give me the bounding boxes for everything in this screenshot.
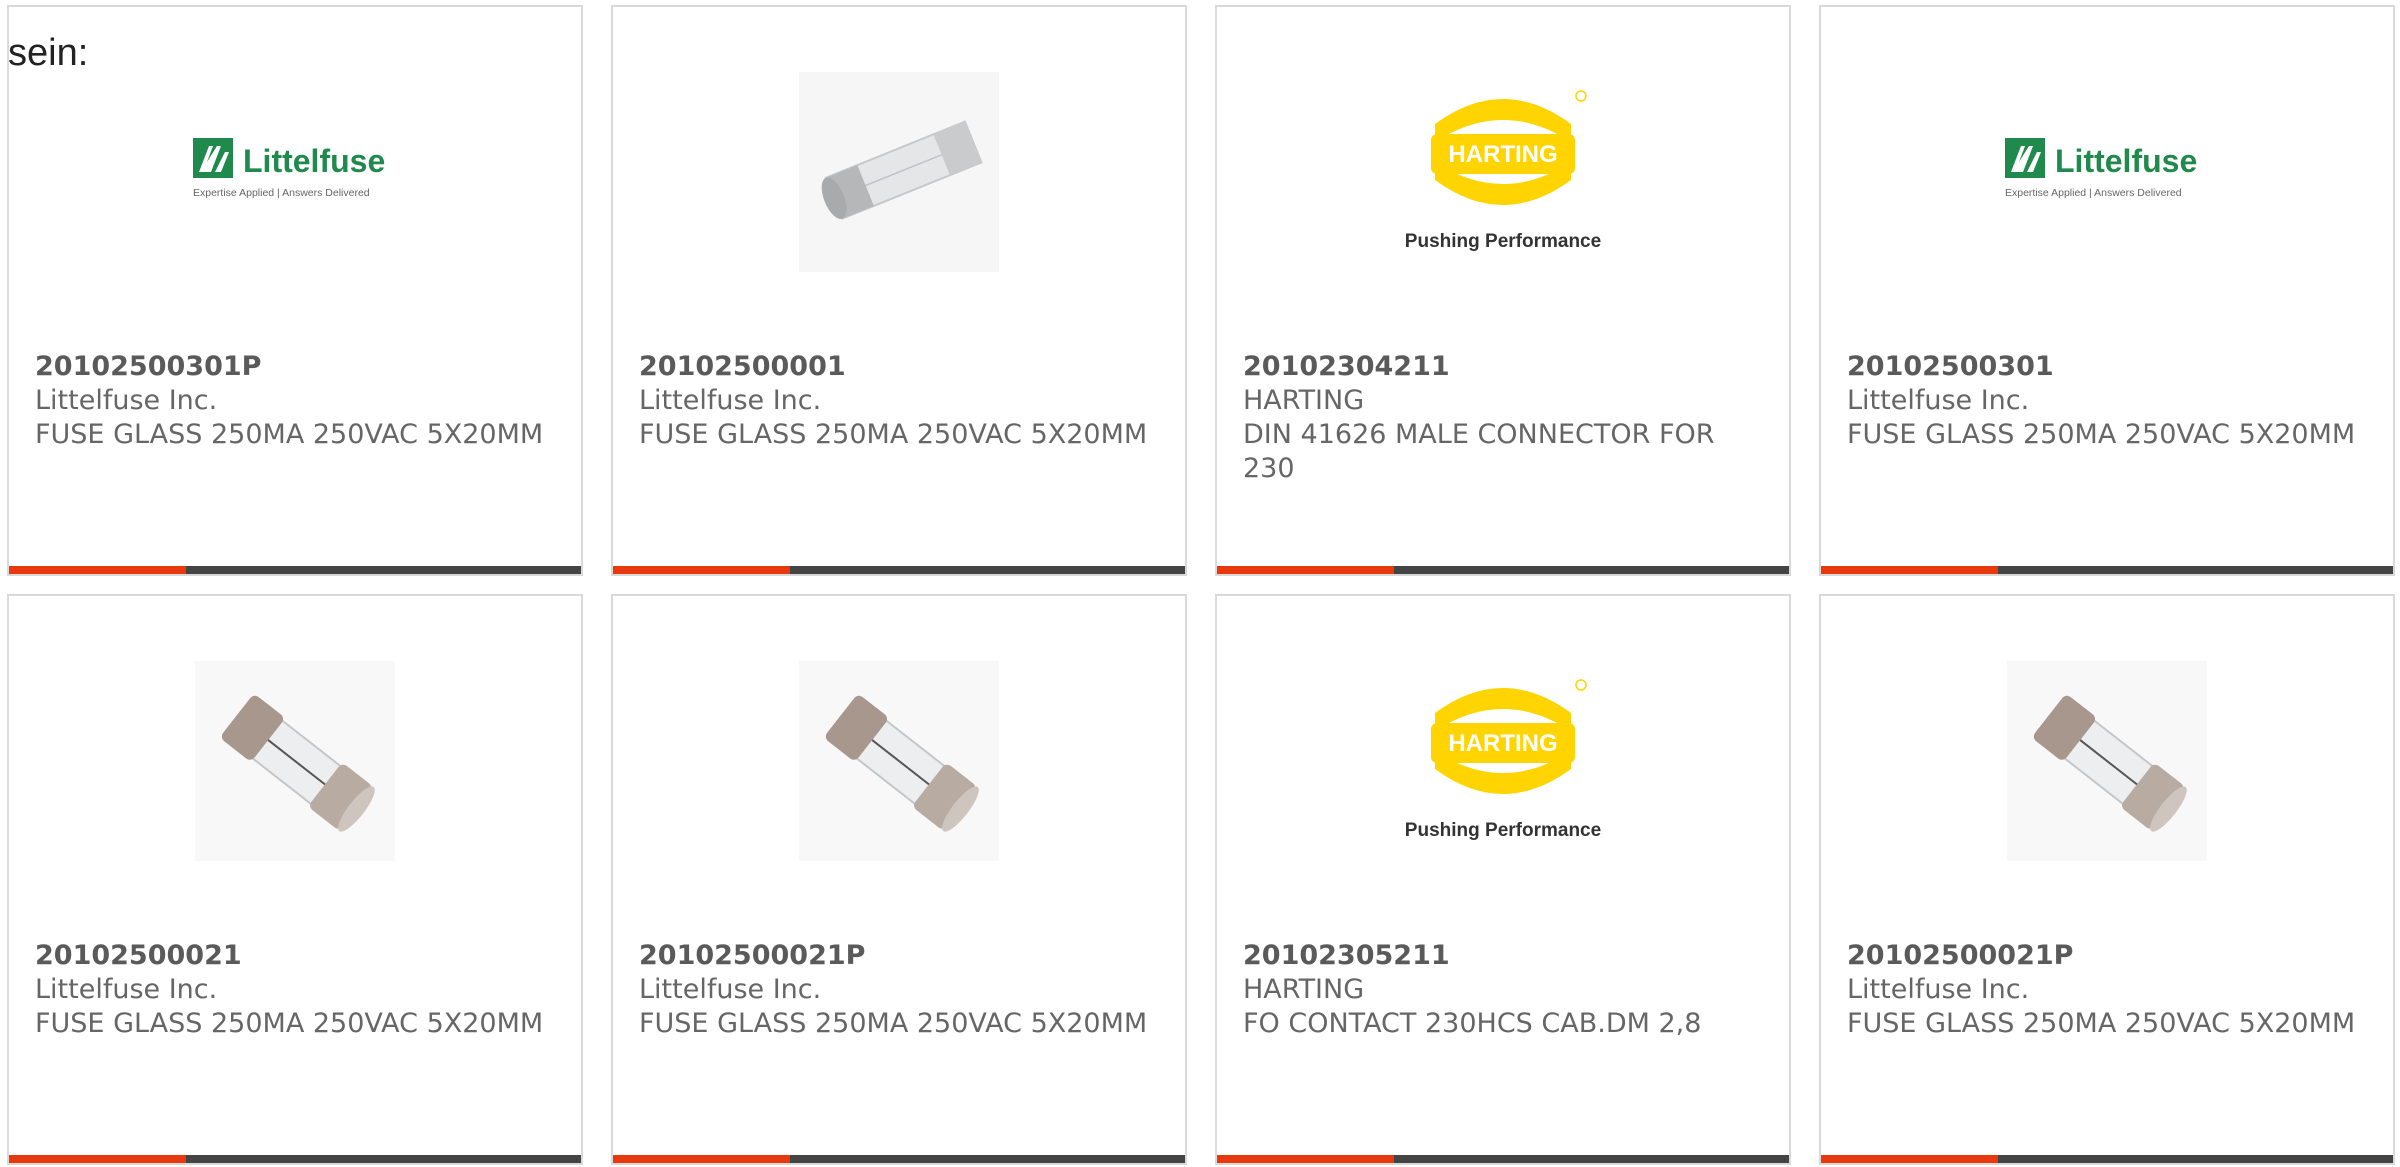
progress-bar-fill xyxy=(613,566,791,574)
product-grid-page: sein: Littelfuse Expertise Applied | Ans… xyxy=(0,0,2400,1167)
product-image[interactable] xyxy=(613,656,1185,866)
svg-text:Littelfuse: Littelfuse xyxy=(243,143,385,179)
product-image[interactable]: HARTING Pushing Performance xyxy=(1217,67,1789,277)
product-info: 20102500021P Littelfuse Inc. FUSE GLASS … xyxy=(639,939,1165,1041)
description: FUSE GLASS 250MA 250VAC 5X20MM xyxy=(35,1008,544,1039)
svg-text:Pushing Performance: Pushing Performance xyxy=(1405,231,1601,252)
description: FUSE GLASS 250MA 250VAC 5X20MM xyxy=(639,1008,1148,1039)
progress-bar xyxy=(613,1155,1185,1163)
product-card[interactable]: 20102500021P Littelfuse Inc. FUSE GLASS … xyxy=(1819,594,2395,1165)
svg-text:Pushing Performance: Pushing Performance xyxy=(1405,820,1601,841)
svg-text:Expertise Applied | Answers De: Expertise Applied | Answers Delivered xyxy=(2005,187,2182,199)
progress-bar-fill xyxy=(1217,1155,1395,1163)
product-info: 20102500021P Littelfuse Inc. FUSE GLASS … xyxy=(1847,939,2373,1041)
description: FUSE GLASS 250MA 250VAC 5X20MM xyxy=(639,419,1148,450)
svg-text:Expertise Applied | Answers De: Expertise Applied | Answers Delivered xyxy=(193,187,370,199)
glass-fuse-icon xyxy=(799,72,999,272)
product-card[interactable]: Littelfuse Expertise Applied | Answers D… xyxy=(1819,5,2395,576)
svg-text:Littelfuse: Littelfuse xyxy=(2055,143,2197,179)
harting-logo-icon: HARTING Pushing Performance xyxy=(1405,679,1601,841)
part-number[interactable]: 20102500021P xyxy=(639,939,1165,973)
manufacturer: HARTING xyxy=(1243,385,1365,416)
progress-bar xyxy=(1821,566,2393,574)
metal-cap-fuse-icon xyxy=(195,661,395,861)
part-number[interactable]: 20102500301P xyxy=(35,350,561,384)
progress-bar-fill xyxy=(1821,1155,1999,1163)
part-number[interactable]: 20102500301 xyxy=(1847,350,2373,384)
littelfuse-logo-icon: Littelfuse Expertise Applied | Answers D… xyxy=(193,138,385,199)
progress-bar-fill xyxy=(613,1155,791,1163)
progress-bar-fill xyxy=(1821,566,1999,574)
description: FO CONTACT 230HCS CAB.DM 2,8 xyxy=(1243,1008,1702,1039)
progress-bar-fill xyxy=(9,1155,187,1163)
progress-bar xyxy=(9,566,581,574)
description: FUSE GLASS 250MA 250VAC 5X20MM xyxy=(35,419,544,450)
manufacturer: Littelfuse Inc. xyxy=(1847,385,2030,416)
part-number[interactable]: 20102500021 xyxy=(35,939,561,973)
description: FUSE GLASS 250MA 250VAC 5X20MM xyxy=(1847,1008,2356,1039)
manufacturer: Littelfuse Inc. xyxy=(35,385,218,416)
product-info: 20102304211 HARTING DIN 41626 MALE CONNE… xyxy=(1243,350,1769,486)
manufacturer: Littelfuse Inc. xyxy=(639,974,822,1005)
svg-text:HARTING: HARTING xyxy=(1448,141,1557,168)
product-info: 20102500301P Littelfuse Inc. FUSE GLASS … xyxy=(35,350,561,452)
part-number[interactable]: 20102500021P xyxy=(1847,939,2373,973)
intro-text: sein: xyxy=(8,32,89,74)
metal-cap-fuse-icon xyxy=(799,661,999,861)
littelfuse-logo-icon: Littelfuse Expertise Applied | Answers D… xyxy=(2005,138,2197,199)
metal-cap-fuse-icon xyxy=(2007,661,2207,861)
product-info: 20102500021 Littelfuse Inc. FUSE GLASS 2… xyxy=(35,939,561,1041)
progress-bar-fill xyxy=(9,566,187,574)
product-card[interactable]: HARTING Pushing Performance 20102305211 … xyxy=(1215,594,1791,1165)
part-number[interactable]: 20102305211 xyxy=(1243,939,1769,973)
progress-bar xyxy=(1217,566,1789,574)
product-card[interactable]: 20102500001 Littelfuse Inc. FUSE GLASS 2… xyxy=(611,5,1187,576)
progress-bar-fill xyxy=(1217,566,1395,574)
manufacturer: Littelfuse Inc. xyxy=(35,974,218,1005)
product-image[interactable]: HARTING Pushing Performance xyxy=(1217,656,1789,866)
product-image[interactable] xyxy=(613,67,1185,277)
product-image[interactable] xyxy=(1821,656,2393,866)
progress-bar xyxy=(1217,1155,1789,1163)
product-image[interactable]: Littelfuse Expertise Applied | Answers D… xyxy=(9,67,581,277)
progress-bar xyxy=(1821,1155,2393,1163)
progress-bar xyxy=(613,566,1185,574)
product-info: 20102500301 Littelfuse Inc. FUSE GLASS 2… xyxy=(1847,350,2373,452)
manufacturer: Littelfuse Inc. xyxy=(639,385,822,416)
part-number[interactable]: 20102304211 xyxy=(1243,350,1769,384)
product-image[interactable]: Littelfuse Expertise Applied | Answers D… xyxy=(1821,67,2393,277)
product-card[interactable]: 20102500021P Littelfuse Inc. FUSE GLASS … xyxy=(611,594,1187,1165)
product-info: 20102500001 Littelfuse Inc. FUSE GLASS 2… xyxy=(639,350,1165,452)
product-card[interactable]: Littelfuse Expertise Applied | Answers D… xyxy=(7,5,583,576)
harting-logo-icon: HARTING Pushing Performance xyxy=(1405,90,1601,252)
manufacturer: Littelfuse Inc. xyxy=(1847,974,2030,1005)
product-card[interactable]: HARTING Pushing Performance 20102304211 … xyxy=(1215,5,1791,576)
product-info: 20102305211 HARTING FO CONTACT 230HCS CA… xyxy=(1243,939,1769,1041)
progress-bar xyxy=(9,1155,581,1163)
part-number[interactable]: 20102500001 xyxy=(639,350,1165,384)
svg-text:HARTING: HARTING xyxy=(1448,730,1557,757)
description: DIN 41626 MALE CONNECTOR FOR 230 xyxy=(1243,419,1715,484)
product-card[interactable]: 20102500021 Littelfuse Inc. FUSE GLASS 2… xyxy=(7,594,583,1165)
manufacturer: HARTING xyxy=(1243,974,1365,1005)
description: FUSE GLASS 250MA 250VAC 5X20MM xyxy=(1847,419,2356,450)
product-image[interactable] xyxy=(9,656,581,866)
